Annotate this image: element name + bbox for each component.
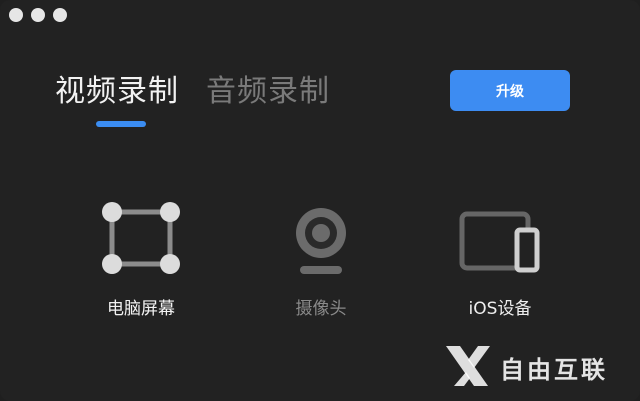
- traffic-lights: [9, 8, 67, 22]
- watermark-logo-icon: [446, 346, 490, 386]
- option-screen-label: 电脑屏幕: [107, 299, 175, 319]
- watermark: 自由互联: [440, 338, 630, 394]
- minimize-window-button[interactable]: [31, 8, 45, 22]
- option-camera-label: 摄像头: [295, 299, 347, 319]
- close-window-button[interactable]: [9, 8, 23, 22]
- option-camera[interactable]: 摄像头: [241, 200, 401, 319]
- webcam-icon: [296, 208, 346, 274]
- option-screen[interactable]: 电脑屏幕: [61, 200, 221, 319]
- upgrade-button[interactable]: 升级: [450, 70, 570, 111]
- option-ios-device[interactable]: iOS设备: [420, 200, 580, 319]
- app-window: 视频录制 音频录制 升级 电脑屏幕 摄像头 iOS设备 自由互联: [0, 0, 640, 401]
- active-tab-indicator: [96, 121, 146, 127]
- ios-device-icon: [459, 211, 540, 273]
- tab-video-recording[interactable]: 视频录制: [55, 72, 179, 112]
- zoom-window-button[interactable]: [53, 8, 67, 22]
- screen-region-icon: [102, 202, 180, 274]
- tab-audio-recording[interactable]: 音频录制: [206, 72, 330, 112]
- option-ios-label: iOS设备: [468, 299, 532, 319]
- watermark-text: 自由互联: [500, 356, 608, 384]
